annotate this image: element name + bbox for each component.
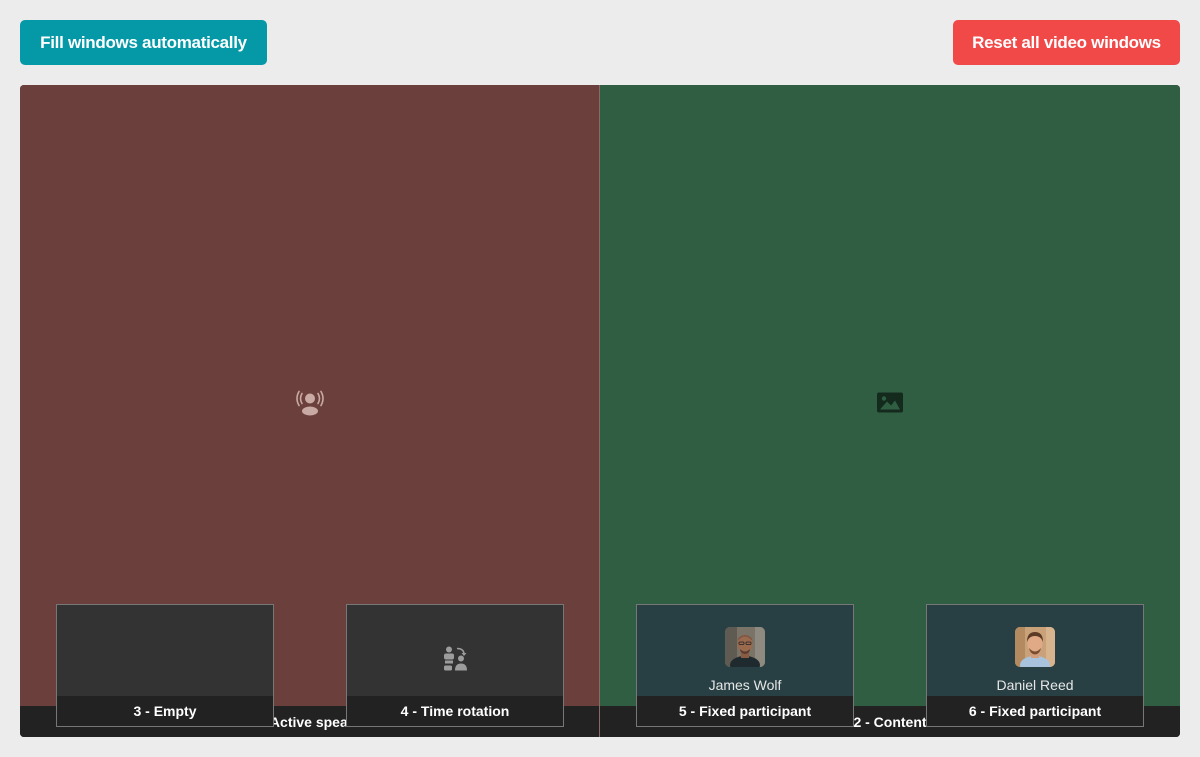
participant-name: Daniel Reed: [996, 677, 1074, 693]
tile-label: 5 - Fixed participant: [637, 696, 853, 726]
window-tile-time-rotation[interactable]: 4 - Time rotation: [346, 604, 564, 727]
image-icon: [877, 392, 903, 418]
avatar: [725, 627, 765, 667]
tile-label: 6 - Fixed participant: [927, 696, 1143, 726]
active-speaker-icon: [295, 390, 324, 421]
tile-label: 3 - Empty: [57, 696, 273, 726]
avatar: [1015, 627, 1055, 667]
tile-label: 4 - Time rotation: [347, 696, 563, 726]
reset-video-windows-button[interactable]: Reset all video windows: [953, 20, 1180, 65]
time-rotation-icon: [441, 646, 469, 677]
window-tile-fixed-participant[interactable]: James Wolf 5 - Fixed participant: [636, 604, 854, 727]
participant-name: James Wolf: [708, 677, 782, 693]
window-tile-fixed-participant[interactable]: Daniel Reed 6 - Fixed participant: [926, 604, 1144, 727]
fill-windows-button[interactable]: Fill windows automatically: [20, 20, 267, 65]
window-tile-empty[interactable]: 3 - Empty: [56, 604, 274, 727]
